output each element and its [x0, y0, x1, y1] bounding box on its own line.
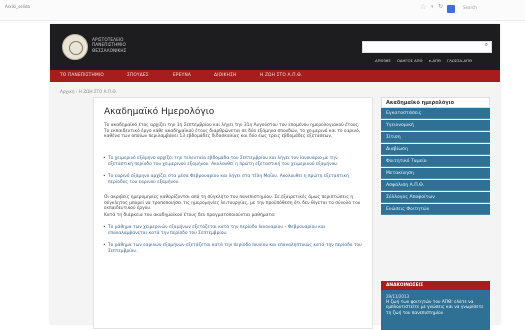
news-date: 29/11/2013	[386, 294, 410, 299]
sidebar-item[interactable]: Εγκαταστάσεις	[381, 108, 490, 119]
sidebar-item[interactable]: Μετακίνηση	[381, 168, 490, 179]
browser-toolbar: Arxiki_selida ☆ ▾ ↻ Search	[0, 0, 525, 21]
rules-paragraph: Οι ακριβείς ημερομηνίες καθορίζονται από…	[104, 195, 361, 212]
reload-icon[interactable]: ↻	[438, 3, 443, 10]
breadcrumb[interactable]: Αρχική › Η ΖΩΗ ΣΤΟ Α.Π.Θ.	[60, 89, 117, 94]
subheading: Κατά τη διάρκεια του ακαδημαϊκού έτους δ…	[104, 213, 276, 218]
sidebar-item[interactable]: Σίτιση	[381, 132, 490, 143]
dropdown-arrow-icon[interactable]: ▾	[431, 4, 434, 10]
nav-item-university[interactable]: ΤΟ ΠΑΝΕΠΙΣΤΗΜΙΟ	[60, 73, 104, 78]
quick-link[interactable]: ΟΔΗΓΟΣ ΑΠΘ	[397, 58, 423, 63]
nav-item-administration[interactable]: ΔΙΟΙΚΗΣΗ	[214, 73, 236, 78]
sidebar: Ακαδημαϊκό ημερολόγιο Εγκαταστάσεις Υγει…	[381, 97, 490, 330]
sidebar-item[interactable]: Ασφάλιση Α.Π.Θ.	[381, 180, 490, 191]
sidebar-item[interactable]: Σύλλογος Αποφοίτων	[381, 192, 490, 203]
list-item[interactable]: Το μάθημα των χειμερινών εξαμήνων εξετάζ…	[103, 225, 362, 236]
search-icon[interactable]: ⌕	[485, 42, 488, 49]
page-title: Ακαδημαϊκό Ημερολόγιο	[104, 107, 215, 117]
sidebar-heading[interactable]: Ακαδημαϊκό ημερολόγιο	[381, 97, 490, 108]
main-nav: ΤΟ ΠΑΝΕΠΙΣΤΗΜΙΟ ΣΠΟΥΔΕΣ ΕΡΕΥΝΑ ΔΙΟΙΚΗΣΗ …	[50, 70, 500, 82]
browser-search-box[interactable]: Search	[463, 3, 505, 13]
nav-item-life[interactable]: Η ΖΩΗ ΣΤΟ Α.Π.Θ.	[260, 73, 302, 78]
university-name[interactable]: ΑΡΙΣΤΟΤΕΛΕΙΟ ΠΑΝΕΠΙΣΤΗΜΙΟ ΘΕΣΣΑΛΟΝΙΚΗΣ	[92, 37, 126, 53]
quick-link[interactable]: ΑΠΘ365	[375, 58, 391, 63]
main-content: Ακαδημαϊκό Ημερολόγιο Το ακαδημαϊκό έτος…	[93, 97, 373, 329]
sidebar-item[interactable]: Υγειονομική	[381, 120, 490, 131]
bookmark-star-icon[interactable]: ☆	[420, 3, 426, 11]
website: ΑΡΙΣΤΟΤΕΛΕΙΟ ΠΑΝΕΠΙΣΤΗΜΙΟ ΘΕΣΣΑΛΟΝΙΚΗΣ ⌕…	[50, 24, 500, 330]
list-item[interactable]: Το εαρινό εξάμηνο αρχίζει στα μέσα Φεβρο…	[103, 174, 362, 185]
quick-links: ΑΠΘ365 ΟΔΗΓΟΣ ΑΠΘ e-ΑΠΘ ΓΛΩΣΣΑ-ΑΠΘ	[370, 58, 472, 63]
list-item[interactable]: Το μάθημα των εαρινών εξαμήνων εξετάζετα…	[103, 243, 362, 254]
nav-item-studies[interactable]: ΣΠΟΥΔΕΣ	[127, 73, 149, 78]
nav-item-research[interactable]: ΕΡΕΥΝΑ	[173, 73, 191, 78]
quick-link[interactable]: e-ΑΠΘ	[429, 58, 441, 63]
sidebar-item[interactable]: Φοιτητικό Ταμείο	[381, 156, 490, 167]
intro-paragraph: Το ακαδημαϊκό έτος αρχίζει την 1η Σεπτεμ…	[104, 123, 361, 140]
sidebar-item[interactable]: Ενώσεις Φοιτητών	[381, 204, 490, 215]
list-item[interactable]: Το χειμερινό εξάμηνο αρχίζει την τελευτα…	[103, 156, 362, 167]
news-heading: ΑΝΑΚΟΙΝΩΣΕΙΣ	[381, 281, 490, 290]
site-search-input[interactable]: ⌕	[362, 41, 492, 53]
news-item[interactable]: 29/11/2013 Η ζωή των φοιτητών του ΑΠΘ: ε…	[381, 290, 490, 330]
url-bar[interactable]: Arxiki_selida	[5, 4, 30, 9]
browser-page: Arxiki_selida ☆ ▾ ↻ Search ΑΡΙΣΤΟΤΕΛΕΙΟ …	[0, 0, 525, 330]
site-header: ΑΡΙΣΤΟΤΕΛΕΙΟ ΠΑΝΕΠΙΣΤΗΜΙΟ ΘΕΣΣΑΛΟΝΙΚΗΣ ⌕…	[50, 24, 500, 70]
news-text[interactable]: Η ζωή των φοιτητών του ΑΠΘ: ελάτε να εμπ…	[386, 300, 486, 316]
quick-link[interactable]: ΓΛΩΣΣΑ-ΑΠΘ	[447, 58, 472, 63]
sidebar-item[interactable]: Διαβίωση	[381, 144, 490, 155]
university-logo[interactable]	[62, 34, 88, 60]
search-engine-icon[interactable]	[447, 5, 455, 13]
